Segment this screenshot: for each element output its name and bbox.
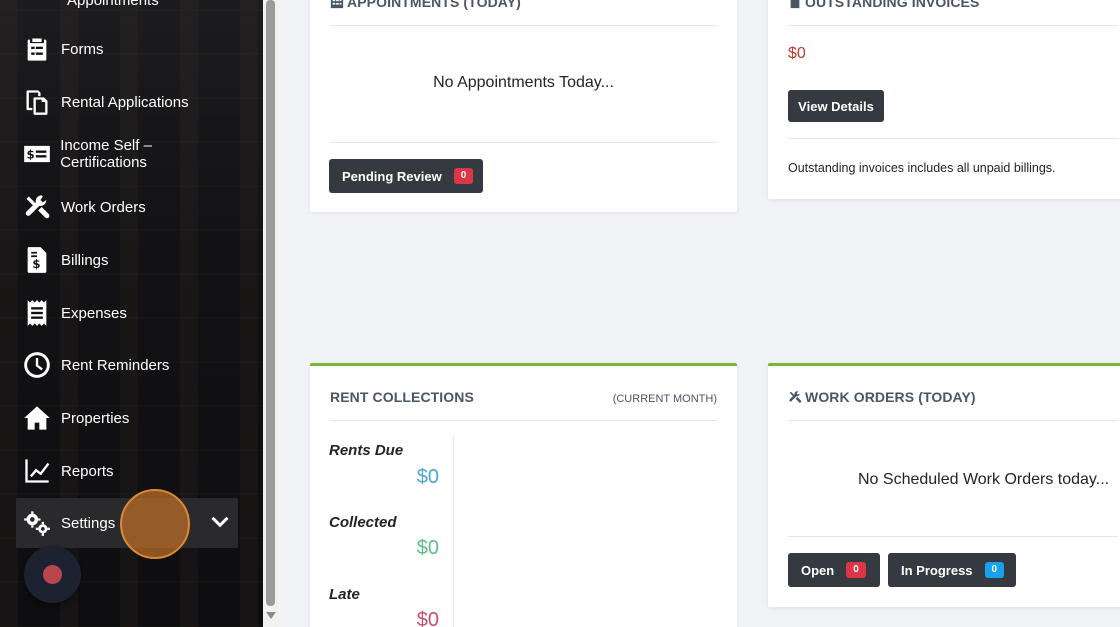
clock-icon — [22, 350, 52, 380]
cogs-icon — [22, 508, 52, 538]
chart-line-icon — [22, 456, 52, 486]
sidebar-item-label: Forms — [61, 40, 104, 58]
button-label: Open — [801, 562, 835, 578]
sidebar-item-reports[interactable]: Reports — [16, 447, 238, 495]
cursor-highlight — [120, 489, 190, 559]
calendar-icon — [28, 0, 58, 10]
clipboard-icon — [22, 34, 52, 64]
rent-period-label: (CURRENT MONTH) — [612, 393, 717, 405]
open-count-badge: 0 — [846, 562, 866, 578]
sidebar-item-label: Work Orders — [61, 198, 146, 216]
sidebar-item-rental-applications[interactable]: Rental Applications — [16, 78, 238, 126]
sidebar-scrollbar[interactable] — [263, 0, 279, 627]
svg-text:$: $ — [32, 257, 40, 271]
sidebar-item-forms[interactable]: Forms — [16, 25, 238, 73]
receipt-icon — [22, 298, 52, 328]
pending-count-badge: 0 — [453, 168, 474, 184]
divider — [330, 142, 717, 143]
divider — [330, 25, 717, 26]
invoice-dollar-icon: $ — [22, 245, 52, 275]
vertical-divider — [453, 436, 454, 627]
record-button[interactable] — [24, 546, 81, 603]
appointments-card: APPOINTMENTS (TODAY) No Appointments Tod… — [310, 0, 737, 212]
appointments-empty-text: No Appointments Today... — [433, 74, 614, 91]
scroll-down-arrow-icon[interactable] — [266, 612, 276, 619]
appointments-title: APPOINTMENTS (TODAY) — [330, 0, 521, 10]
invoices-note: Outstanding invoices includes all unpaid… — [788, 161, 1056, 175]
tools-icon — [22, 192, 52, 222]
divider — [788, 138, 1118, 139]
divider — [788, 25, 1118, 26]
card-title-text: OUTSTANDING INVOICES — [805, 0, 980, 10]
sidebar-item-label: Reports — [61, 462, 114, 480]
sidebar-item-appointments[interactable]: Appointments — [22, 0, 159, 10]
open-work-orders-button[interactable]: Open 0 — [788, 553, 880, 587]
invoices-amount: $0 — [788, 45, 806, 62]
sidebar-item-rent-reminders[interactable]: Rent Reminders — [16, 341, 238, 389]
sidebar-item-label: Rental Applications — [61, 93, 189, 111]
sidebar-item-label: Expenses — [61, 304, 127, 322]
button-label: Pending Review — [342, 168, 442, 184]
tools-icon — [789, 391, 802, 403]
chevron-down-icon[interactable] — [210, 512, 230, 532]
rent-collections-title: RENT COLLECTIONS — [330, 389, 474, 405]
in-progress-count-badge: 0 — [984, 562, 1005, 578]
sidebar-item-label: Appointments — [67, 0, 159, 9]
divider — [330, 420, 717, 421]
sidebar-item-label: Properties — [61, 409, 130, 427]
work-orders-empty-text: No Scheduled Work Orders today... — [858, 471, 1110, 488]
work-orders-title: WORK ORDERS (TODAY) — [788, 389, 976, 405]
collected-value: $0 — [416, 537, 439, 559]
divider — [788, 420, 1118, 421]
sidebar-item-label: Billings — [61, 251, 109, 269]
rents-due-label: Rents Due — [329, 442, 404, 459]
divider — [788, 536, 1118, 537]
late-value: $0 — [416, 609, 439, 627]
card-title-text: WORK ORDERS (TODAY) — [805, 389, 976, 405]
collected-label: Collected — [329, 514, 397, 531]
sidebar-item-expenses[interactable]: Expenses — [16, 289, 238, 337]
sidebar-item-billings[interactable]: $ Billings — [16, 236, 238, 284]
sidebar-item-label: Income Self – Certifications — [60, 137, 152, 171]
in-progress-work-orders-button[interactable]: In Progress 0 — [888, 553, 1016, 587]
sidebar-item-label: Settings — [61, 514, 116, 532]
sidebar-item-income-certifications[interactable]: $ Income Self – Certifications — [16, 130, 238, 178]
money-check-icon: $ — [22, 139, 51, 169]
view-details-button[interactable]: View Details — [788, 90, 884, 122]
rent-collections-card: RENT COLLECTIONS (CURRENT MONTH) Rents D… — [310, 363, 737, 627]
button-label: In Progress — [901, 562, 973, 578]
invoices-title: OUTSTANDING INVOICES — [788, 0, 979, 10]
svg-text:$: $ — [26, 148, 34, 162]
sidebar: Appointments Forms Rental Applications $… — [0, 0, 263, 627]
pending-review-button[interactable]: Pending Review 0 — [329, 159, 483, 193]
rents-due-value: $0 — [416, 466, 439, 488]
card-title-text: APPOINTMENTS (TODAY) — [347, 0, 521, 10]
sidebar-item-properties[interactable]: Properties — [16, 394, 238, 442]
copy-icon — [22, 87, 52, 117]
work-orders-card: WORK ORDERS (TODAY) No Scheduled Work Or… — [768, 363, 1120, 607]
late-label: Late — [329, 586, 360, 603]
sidebar-item-work-orders[interactable]: Work Orders — [16, 183, 238, 231]
sidebar-item-label: Rent Reminders — [61, 356, 170, 374]
invoices-card: OUTSTANDING INVOICES $0 View Details Out… — [768, 0, 1120, 199]
record-dot-icon — [43, 565, 62, 584]
file-invoice-icon — [790, 0, 800, 9]
home-icon — [22, 403, 52, 433]
calendar-grid-icon — [330, 0, 344, 9]
scrollbar-thumb[interactable] — [266, 0, 275, 606]
